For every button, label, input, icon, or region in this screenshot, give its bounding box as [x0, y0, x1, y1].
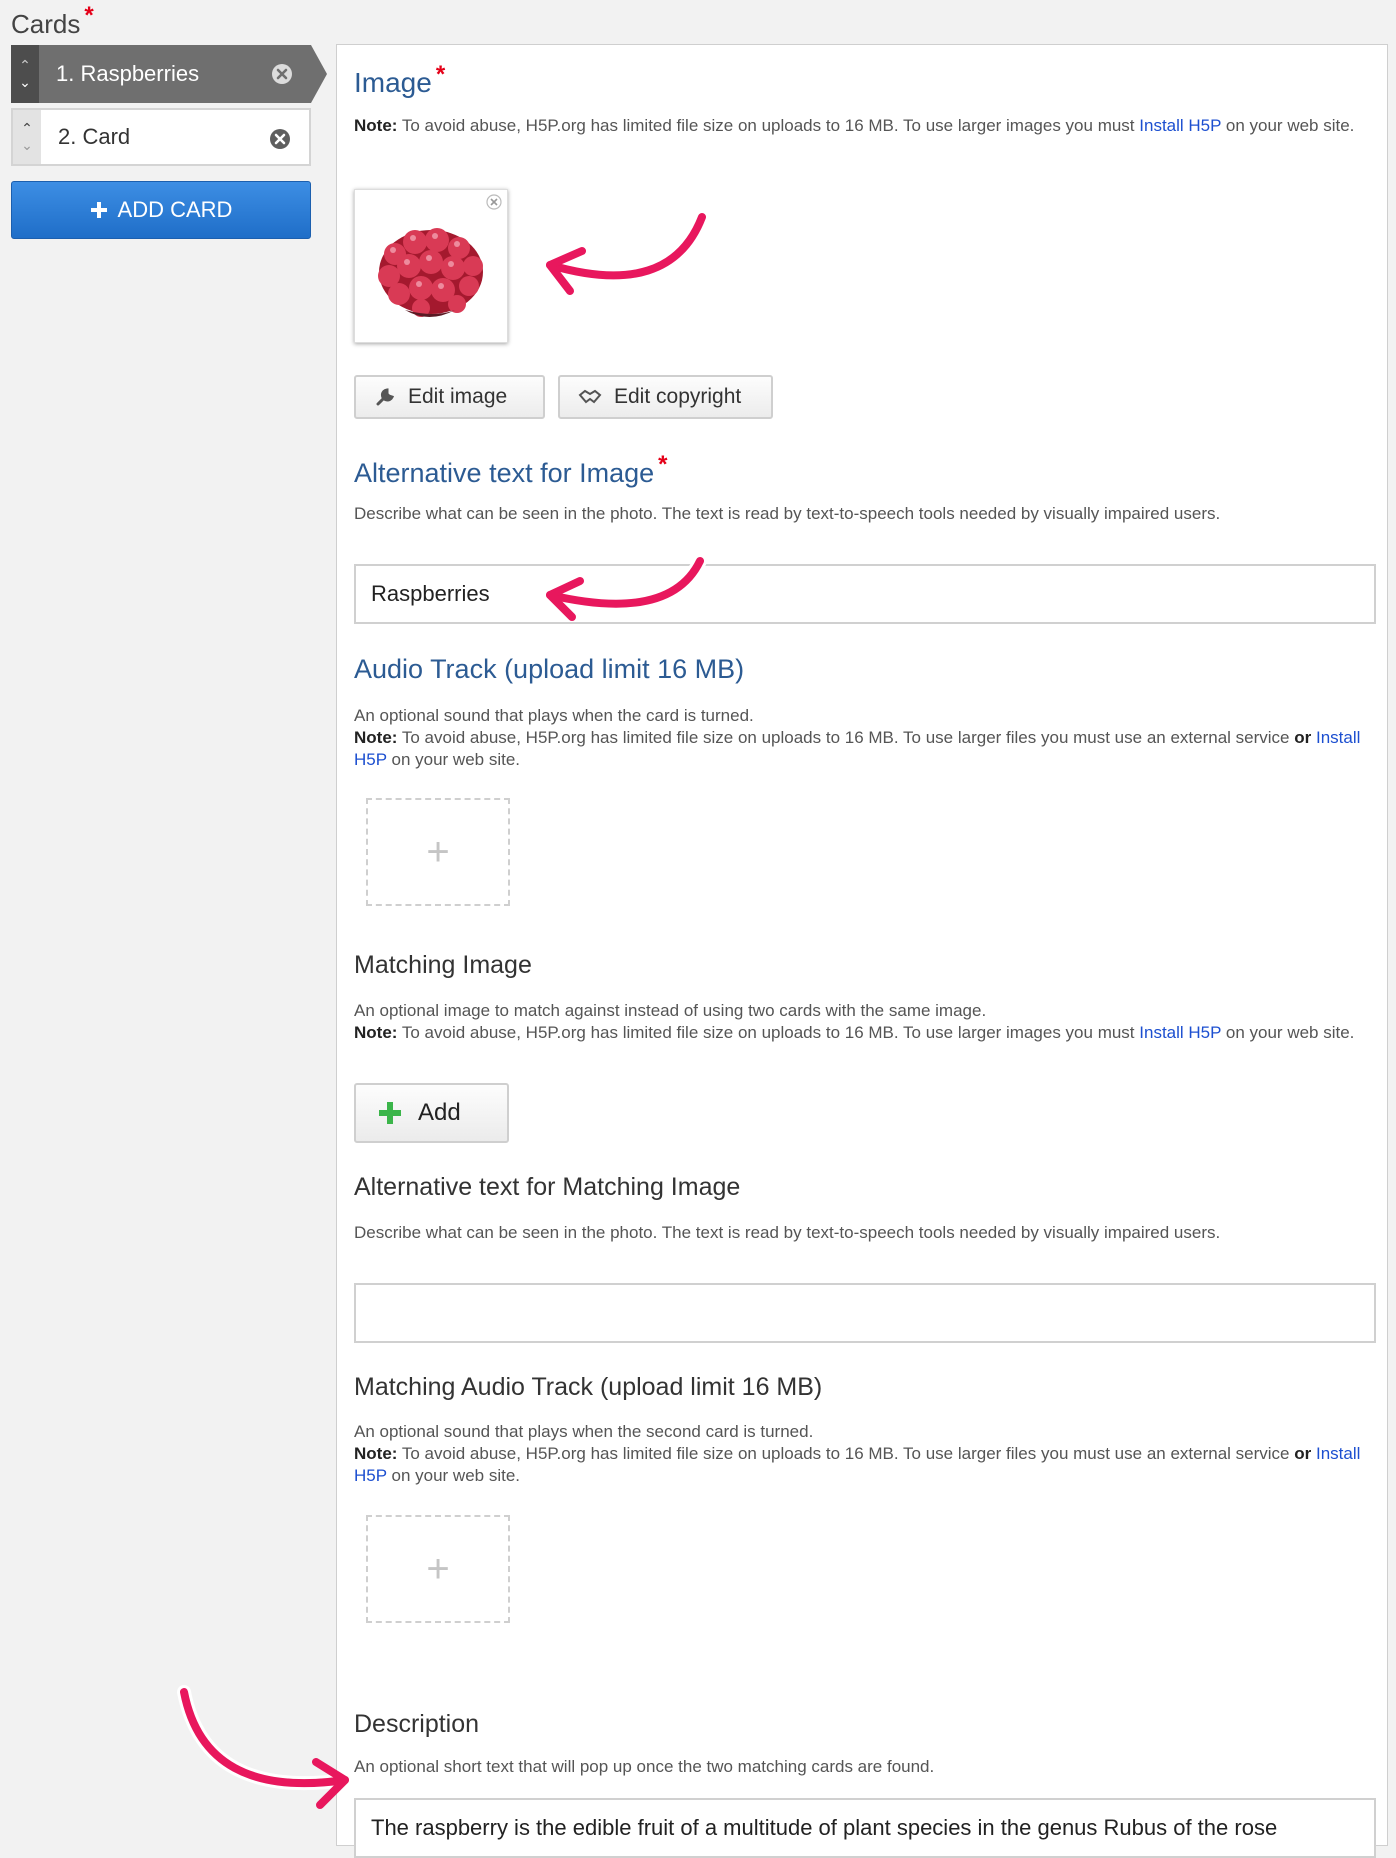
required-mark: * — [84, 2, 94, 29]
remove-image-icon[interactable] — [486, 194, 502, 210]
alt-text-field-title: Alternative text for Image * — [354, 451, 667, 489]
matching-audio-help-text: An optional sound that plays when the se… — [354, 1422, 814, 1441]
note-text: To avoid abuse, H5P.org has limited file… — [397, 1444, 1295, 1463]
matching-alt-text-input[interactable] — [354, 1283, 1376, 1343]
note-label: Note: — [354, 1023, 398, 1042]
note-text: on your web site. — [386, 750, 521, 769]
note-text: To avoid abuse, H5P.org has limited file… — [397, 116, 1140, 135]
remove-card-icon[interactable] — [269, 128, 291, 150]
audio-upload-dropzone[interactable]: + — [366, 798, 510, 906]
note-label: Note: — [354, 728, 398, 747]
move-up-icon[interactable]: ⌃ — [19, 57, 31, 74]
note-text: on your web site. — [386, 1466, 521, 1485]
add-label: Add — [418, 1099, 461, 1126]
image-field-title: Image * — [354, 61, 445, 99]
image-note: Note: To avoid abuse, H5P.org has limite… — [354, 115, 1364, 137]
audio-help-text: An optional sound that plays when the ca… — [354, 706, 754, 725]
description-title: Description — [354, 1710, 480, 1738]
matching-image-title: Matching Image — [354, 951, 532, 979]
or-label: or — [1294, 728, 1312, 747]
remove-card-icon[interactable] — [271, 63, 293, 85]
audio-track-title: Audio Track (upload limit 16 MB) — [354, 654, 745, 684]
note-text: To avoid abuse, H5P.org has limited file… — [397, 728, 1295, 747]
add-card-label: ADD CARD — [117, 197, 233, 222]
move-down-icon[interactable]: ⌄ — [19, 74, 31, 91]
annotation-arrow-description — [177, 1685, 352, 1809]
note-text: on your web site. — [1221, 116, 1355, 135]
card-list-item-label: 1. Raspberries — [56, 61, 200, 86]
install-h5p-link[interactable]: Install H5P — [1139, 1023, 1221, 1042]
audio-description: An optional sound that plays when the ca… — [354, 705, 1364, 771]
required-mark: * — [435, 61, 446, 88]
order-arrows[interactable]: ⌃ ⌄ — [13, 110, 41, 164]
plus-icon: + — [426, 1546, 450, 1591]
image-thumbnail[interactable] — [354, 189, 508, 343]
cards-field-label: Cards * — [11, 2, 94, 40]
card-list-item-card[interactable]: ⌃ ⌄ 2. Card — [11, 108, 311, 166]
plus-icon — [379, 1102, 401, 1124]
annotation-arrow-image — [543, 210, 709, 295]
move-down-icon[interactable]: ⌄ — [21, 137, 33, 154]
matching-alt-text-description: Describe what can be seen in the photo. … — [354, 1223, 1221, 1242]
annotation-arrow-alt-text — [543, 554, 707, 621]
install-h5p-link[interactable]: Install H5P — [1139, 116, 1221, 135]
edit-copyright-button[interactable]: Edit copyright — [558, 375, 773, 419]
card-list-item-label: 2. Card — [58, 124, 131, 149]
note-text: To avoid abuse, H5P.org has limited file… — [397, 1023, 1140, 1042]
order-arrows[interactable]: ⌃ ⌄ — [11, 45, 39, 103]
note-label: Note: — [354, 116, 398, 135]
note-label: Note: — [354, 1444, 398, 1463]
matching-audio-description: An optional sound that plays when the se… — [354, 1421, 1364, 1487]
plus-icon — [90, 202, 107, 218]
matching-audio-upload-dropzone[interactable]: + — [366, 1515, 510, 1623]
matching-image-help-text: An optional image to match against inste… — [354, 1001, 987, 1020]
matching-audio-title: Matching Audio Track (upload limit 16 MB… — [354, 1373, 823, 1401]
wrench-icon — [376, 388, 395, 406]
alt-text-input[interactable]: Raspberries — [354, 564, 1376, 624]
card-editor-panel: Image * Note: To avoid abuse, H5P.org has… — [336, 44, 1388, 1858]
edit-copyright-label: Edit copyright — [614, 385, 742, 408]
plus-icon: + — [426, 829, 450, 874]
image-title-text: Image — [354, 67, 432, 98]
matching-alt-text-title: Alternative text for Matching Image — [354, 1173, 741, 1201]
add-matching-image-button[interactable]: Add — [354, 1083, 509, 1143]
required-mark: * — [658, 451, 668, 478]
move-up-icon[interactable]: ⌃ — [21, 120, 33, 137]
edit-image-label: Edit image — [408, 385, 508, 408]
description-help: An optional short text that will pop up … — [354, 1757, 935, 1776]
card-list-item-raspberries[interactable]: ⌃ ⌄ 1. Raspberries — [11, 45, 327, 103]
note-text: on your web site. — [1221, 1023, 1355, 1042]
handshake-icon — [578, 389, 602, 404]
or-label: or — [1294, 1444, 1312, 1463]
alt-text-description: Describe what can be seen in the photo. … — [354, 504, 1221, 523]
cards-title: Cards — [11, 9, 81, 39]
raspberry-image — [378, 228, 483, 317]
edit-image-button[interactable]: Edit image — [354, 375, 545, 419]
alt-text-title-text: Alternative text for Image — [354, 458, 655, 488]
matching-image-description: An optional image to match against inste… — [354, 1000, 1364, 1044]
add-card-button[interactable]: ADD CARD — [11, 181, 311, 239]
description-input[interactable]: The raspberry is the edible fruit of a m… — [354, 1798, 1376, 1858]
